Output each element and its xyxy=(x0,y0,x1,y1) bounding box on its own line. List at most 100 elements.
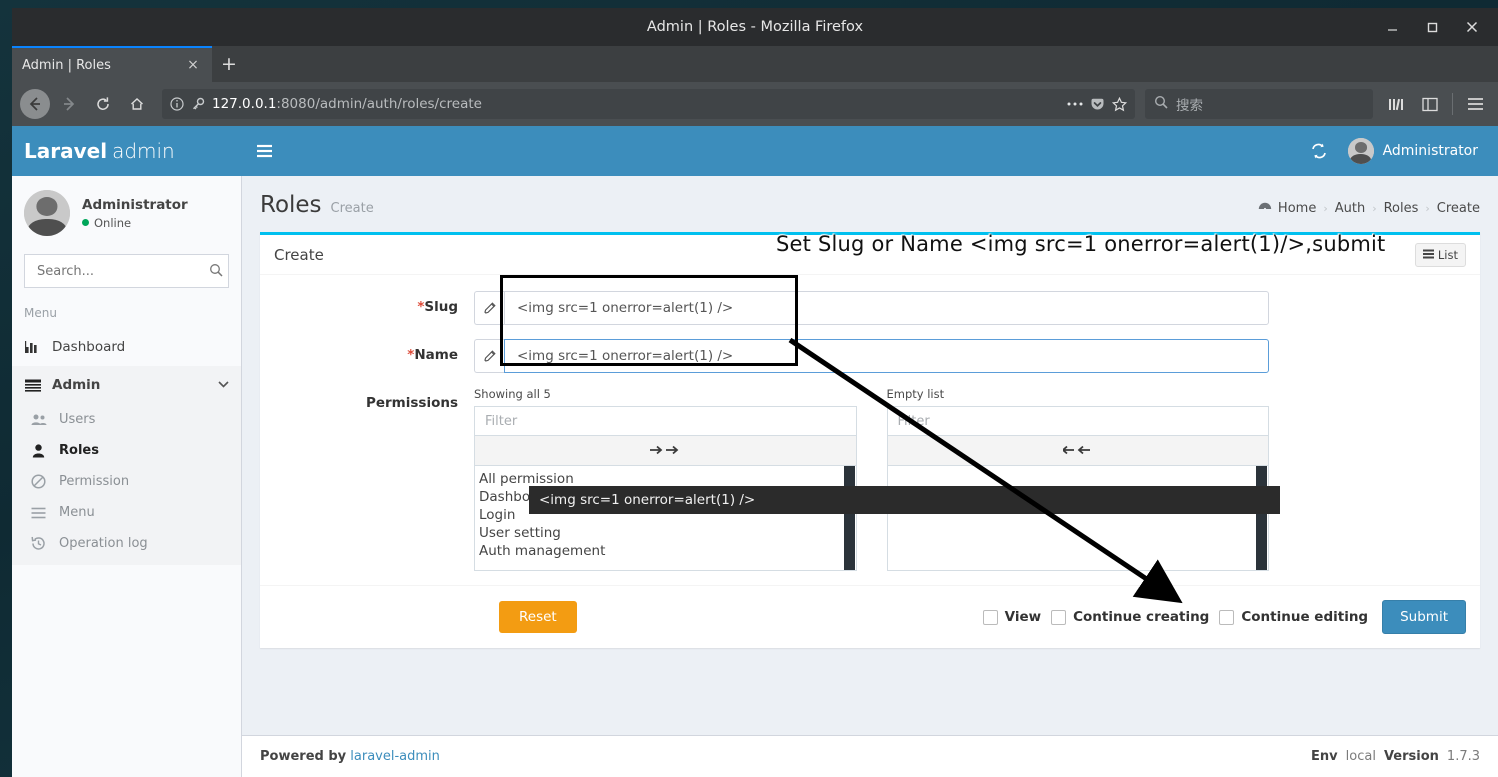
footer-env-value: local xyxy=(1345,749,1376,764)
close-icon[interactable] xyxy=(1452,8,1492,46)
forward-arrow-icon[interactable] xyxy=(54,89,84,119)
page-info-icon[interactable] xyxy=(170,97,184,111)
footer-env-label: Env xyxy=(1311,749,1338,764)
footer-powered-label: Powered by xyxy=(260,749,347,764)
sidebar-item-permission[interactable]: Permission xyxy=(12,466,241,497)
form-row-name: *Name xyxy=(260,339,1480,373)
checkbox-view[interactable]: View xyxy=(982,609,1041,625)
refresh-icon[interactable] xyxy=(1300,126,1338,176)
checkbox-box[interactable] xyxy=(982,609,998,625)
sidebar-icon[interactable] xyxy=(1415,89,1445,119)
autocomplete-dropdown[interactable]: <img src=1 onerror=alert(1) /> xyxy=(529,486,1280,514)
url-bar[interactable]: 127.0.0.1:8080/admin/auth/roles/create xyxy=(162,89,1135,119)
hamburger-menu-icon[interactable] xyxy=(1460,89,1490,119)
sidebar-search[interactable] xyxy=(24,254,229,288)
toolbar-divider xyxy=(1452,93,1453,115)
checkbox-continue-creating[interactable]: Continue creating xyxy=(1051,609,1209,625)
reset-button[interactable]: Reset xyxy=(499,601,577,633)
library-icon[interactable] xyxy=(1381,89,1411,119)
sidebar-user-status-label: Online xyxy=(94,215,132,230)
browser-search-box[interactable]: 搜索 xyxy=(1145,89,1373,119)
breadcrumb-separator: › xyxy=(1425,201,1430,215)
firefox-window: Admin | Roles - Mozilla Firefox Admin | … xyxy=(12,8,1498,777)
new-tab-icon[interactable]: + xyxy=(212,46,246,82)
sidebar-item-dashboard[interactable]: Dashboard xyxy=(12,328,241,366)
sidebar-menu-header: Menu xyxy=(24,306,57,320)
star-icon[interactable] xyxy=(1112,96,1127,112)
reload-icon[interactable] xyxy=(88,89,118,119)
app-body: Administrator Online Menu xyxy=(12,176,1498,777)
avatar xyxy=(1347,138,1374,164)
avatar xyxy=(24,190,70,236)
sidebar-item-label: Admin xyxy=(52,377,101,393)
home-icon[interactable] xyxy=(122,89,152,119)
history-icon xyxy=(30,536,47,551)
filter-placeholder: Filter xyxy=(897,413,930,429)
checkbox-continue-editing[interactable]: Continue editing xyxy=(1219,609,1368,625)
card-footer: Reset View Continue creating Continue ed… xyxy=(260,585,1480,648)
sidebar-item-menu[interactable]: Menu xyxy=(12,497,241,528)
logo-light: admin xyxy=(112,139,175,163)
permission-key-icon[interactable] xyxy=(191,97,205,111)
search-icon[interactable] xyxy=(209,262,223,281)
move-right-button[interactable] xyxy=(474,436,857,466)
sidebar-item-admin[interactable]: Admin xyxy=(12,366,241,404)
name-input[interactable] xyxy=(504,339,1269,373)
url-text: 127.0.0.1:8080/admin/auth/roles/create xyxy=(212,96,1060,112)
scrollbar[interactable] xyxy=(843,466,855,570)
pencil-icon xyxy=(474,339,504,373)
card-header: Create List xyxy=(260,235,1480,275)
list-item[interactable]: User setting xyxy=(475,524,856,542)
sidebar-item-operation-log[interactable]: Operation log xyxy=(12,528,241,559)
filter-placeholder: Filter xyxy=(485,413,518,429)
pocket-icon[interactable] xyxy=(1090,97,1105,112)
window-controls xyxy=(1372,8,1492,46)
breadcrumb-item-home[interactable]: Home xyxy=(1258,200,1316,216)
sidebar-item-label: Menu xyxy=(59,505,95,520)
name-input-group xyxy=(474,339,1269,373)
available-filter-input[interactable]: Filter xyxy=(474,406,857,436)
app-logo[interactable]: Laravel admin xyxy=(12,126,242,176)
checkbox-label: Continue creating xyxy=(1073,609,1210,625)
minimize-icon[interactable] xyxy=(1372,8,1412,46)
navbar-user-menu[interactable]: Administrator xyxy=(1342,126,1484,176)
sidebar-item-users[interactable]: Users xyxy=(12,404,241,435)
footer-version-label: Version xyxy=(1383,749,1439,764)
slug-input[interactable] xyxy=(504,291,1269,325)
content-header: Roles Create Home › Auth › Roles › Creat… xyxy=(242,176,1498,232)
available-permissions-list[interactable]: All permission Dashboard Login User sett… xyxy=(474,466,857,571)
window-title: Admin | Roles - Mozilla Firefox xyxy=(646,19,864,35)
autocomplete-suggestion[interactable]: <img src=1 onerror=alert(1) /> xyxy=(539,492,755,508)
chevron-down-icon[interactable] xyxy=(218,380,229,391)
sidebar-user-name: Administrator xyxy=(82,196,188,213)
checkbox-box[interactable] xyxy=(1051,609,1067,625)
browser-tab-admin-roles[interactable]: Admin | Roles × xyxy=(12,46,212,82)
list-button[interactable]: List xyxy=(1414,242,1466,267)
breadcrumb-item-auth[interactable]: Auth xyxy=(1335,201,1365,216)
navbar-user-name: Administrator xyxy=(1382,143,1478,159)
ban-icon xyxy=(30,474,47,489)
list-item[interactable]: Auth management xyxy=(475,542,856,560)
selected-permissions-list[interactable] xyxy=(886,466,1269,571)
move-left-button[interactable] xyxy=(886,436,1269,466)
content-area: Roles Create Home › Auth › Roles › Creat… xyxy=(242,176,1498,777)
search-input[interactable] xyxy=(35,262,209,280)
sidebar-item-label: Operation log xyxy=(59,536,148,551)
tab-close-icon[interactable]: × xyxy=(184,56,202,74)
breadcrumb-item-roles[interactable]: Roles xyxy=(1384,201,1419,216)
sidebar-item-roles[interactable]: Roles xyxy=(12,435,241,466)
slug-label-text: Slug xyxy=(424,299,458,315)
submit-button[interactable]: Submit xyxy=(1382,600,1466,634)
maximize-icon[interactable] xyxy=(1412,8,1452,46)
page-actions-icon[interactable] xyxy=(1067,101,1083,107)
selected-filter-input[interactable]: Filter xyxy=(886,406,1269,436)
footer-powered-by: Powered by laravel-admin xyxy=(260,749,440,764)
sidebar-toggle-icon[interactable] xyxy=(242,126,286,176)
url-path: :8080/admin/auth/roles/create xyxy=(276,96,482,112)
sidebar-item-label: Roles xyxy=(59,443,99,458)
checkbox-box[interactable] xyxy=(1219,609,1235,625)
scrollbar[interactable] xyxy=(1256,466,1267,570)
back-arrow-icon[interactable] xyxy=(20,89,50,119)
footer-link[interactable]: laravel-admin xyxy=(350,749,440,764)
page-title: Roles xyxy=(260,192,322,218)
